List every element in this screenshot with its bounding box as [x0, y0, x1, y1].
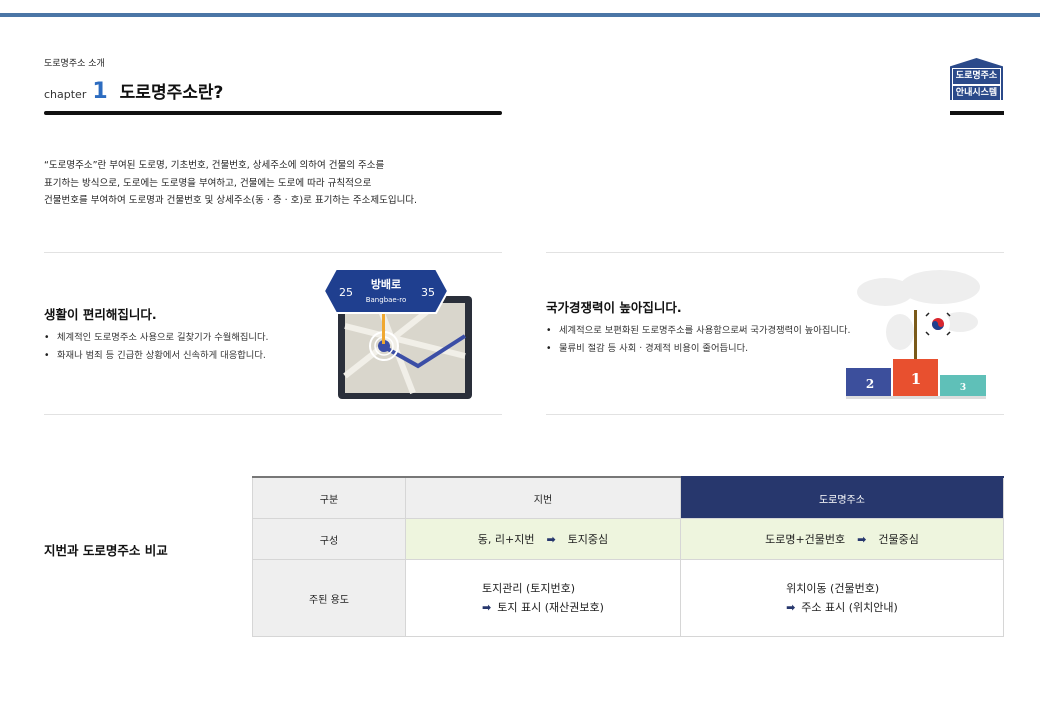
cell-jibun-composition: 동, 리+지번 ➡ 토지중심	[405, 518, 681, 560]
cell-text: 주소 표시 (위치안내)	[801, 601, 898, 614]
divider	[44, 252, 502, 253]
title-underline	[44, 111, 502, 115]
intro-line: 건물번호를 부여하여 도로명과 건물번호 및 상세주소(동 · 층 · 호)로 …	[44, 195, 418, 206]
divider	[546, 252, 1004, 253]
cell-text: 토지관리 (토지번호)	[482, 582, 576, 595]
breadcrumb: 도로명주소 소개	[44, 59, 105, 69]
cell-text: 건물중심	[878, 533, 919, 546]
cell-text: 위치이동 (건물번호)	[786, 582, 880, 595]
list-item: 물류비 절감 등 사회 · 경제적 비용이 줄어듭니다.	[546, 340, 850, 358]
cell-text: 토지 표시 (재산권보호)	[497, 601, 604, 614]
row-label-composition: 구성	[252, 518, 406, 560]
list-item: 체계적인 도로명주소 사용으로 길찾기가 수월해집니다.	[44, 329, 269, 347]
header-category: 구분	[252, 476, 406, 519]
top-accent-bar	[0, 13, 1040, 17]
comparison-table: 구분 지번 도로명주소 구성 동, 리+지번 ➡ 토지중심 도로명+건물번호 ➡ 건물중…	[252, 476, 1005, 637]
row-label-usage: 주된 용도	[252, 559, 406, 637]
comparison-title: 지번과 도로명주소 비교	[44, 543, 168, 558]
cell-jibun-usage: 토지관리 (토지번호) ➡ 토지 표시 (재산권보호)	[405, 559, 681, 637]
cell-text: 동, 리+지번	[477, 533, 535, 546]
table-row: 구성 동, 리+지번 ➡ 토지중심 도로명+건물번호 ➡ 건물중심	[252, 518, 1005, 560]
logo-line1: 도로명주소	[952, 68, 1001, 85]
divider	[44, 414, 502, 415]
navigation-illustration: 방배로 Bangbae-ro 25 35	[322, 268, 472, 399]
arrow-right-icon: ➡	[786, 601, 796, 614]
feature-bullets-competitiveness: 세계적으로 보편화된 도로명주소를 사용함으로써 국가경쟁력이 높아집니다. 물…	[546, 322, 850, 358]
logo[interactable]: 도로명주소 안내시스템	[950, 58, 1003, 100]
divider	[546, 414, 1004, 415]
header-jibun: 지번	[405, 476, 681, 519]
intro-line: “도로명주소”란 부여된 도로명, 기초번호, 건물번호, 상세주소에 의하여 …	[44, 160, 385, 171]
table-row: 주된 용도 토지관리 (토지번호) ➡ 토지 표시 (재산권보호) 위치이동 (건…	[252, 559, 1005, 637]
arrow-right-icon: ➡	[546, 533, 556, 546]
logo-line2: 안내시스템	[952, 85, 1001, 100]
cell-road-composition: 도로명+건물번호 ➡ 건물중심	[679, 518, 1005, 560]
podium-first: 1	[911, 370, 921, 388]
cell-text: 토지중심	[567, 533, 609, 546]
feature-bullets-convenience: 체계적인 도로명주소 사용으로 길찾기가 수월해집니다. 화재나 범죄 등 긴급…	[44, 329, 269, 365]
arrow-right-icon: ➡	[482, 601, 492, 614]
logo-underline	[950, 111, 1004, 115]
table-row: 구분 지번 도로명주소	[252, 476, 1005, 519]
feature-title-convenience: 생활이 편리해집니다.	[44, 307, 157, 322]
cell-road-usage: 위치이동 (건물번호) ➡ 주소 표시 (위치안내)	[679, 559, 1005, 637]
chapter-heading: chapter 1 도로명주소란?	[44, 78, 223, 104]
cell-text: 도로명+건물번호	[765, 533, 846, 546]
page-title: 도로명주소란?	[119, 83, 224, 103]
intro-text: “도로명주소”란 부여된 도로명, 기초번호, 건물번호, 상세주소에 의하여 …	[44, 157, 514, 210]
podium-illustration: 2 1 3	[846, 270, 986, 399]
podium-second: 2	[866, 377, 874, 391]
intro-line: 표기하는 방식으로, 도로에는 도로명을 부여하고, 건물에는 도로에 따라 규…	[44, 177, 372, 189]
sign-road-name: 방배로	[371, 277, 401, 291]
chapter-number: 1	[92, 79, 108, 104]
sign-road-name-en: Bangbae-ro	[366, 296, 407, 304]
list-item: 화재나 범죄 등 긴급한 상황에서 신속하게 대응합니다.	[44, 347, 269, 365]
feature-title-competitiveness: 국가경쟁력이 높아집니다.	[546, 300, 682, 315]
header-road-address: 도로명주소	[679, 476, 1005, 519]
chapter-label: chapter	[44, 88, 87, 101]
podium-third: 3	[960, 383, 966, 393]
list-item: 세계적으로 보편화된 도로명주소를 사용함으로써 국가경쟁력이 높아집니다.	[546, 322, 850, 340]
sign-left-number: 25	[339, 286, 353, 299]
arrow-right-icon: ➡	[857, 533, 867, 546]
sign-right-number: 35	[421, 286, 435, 299]
